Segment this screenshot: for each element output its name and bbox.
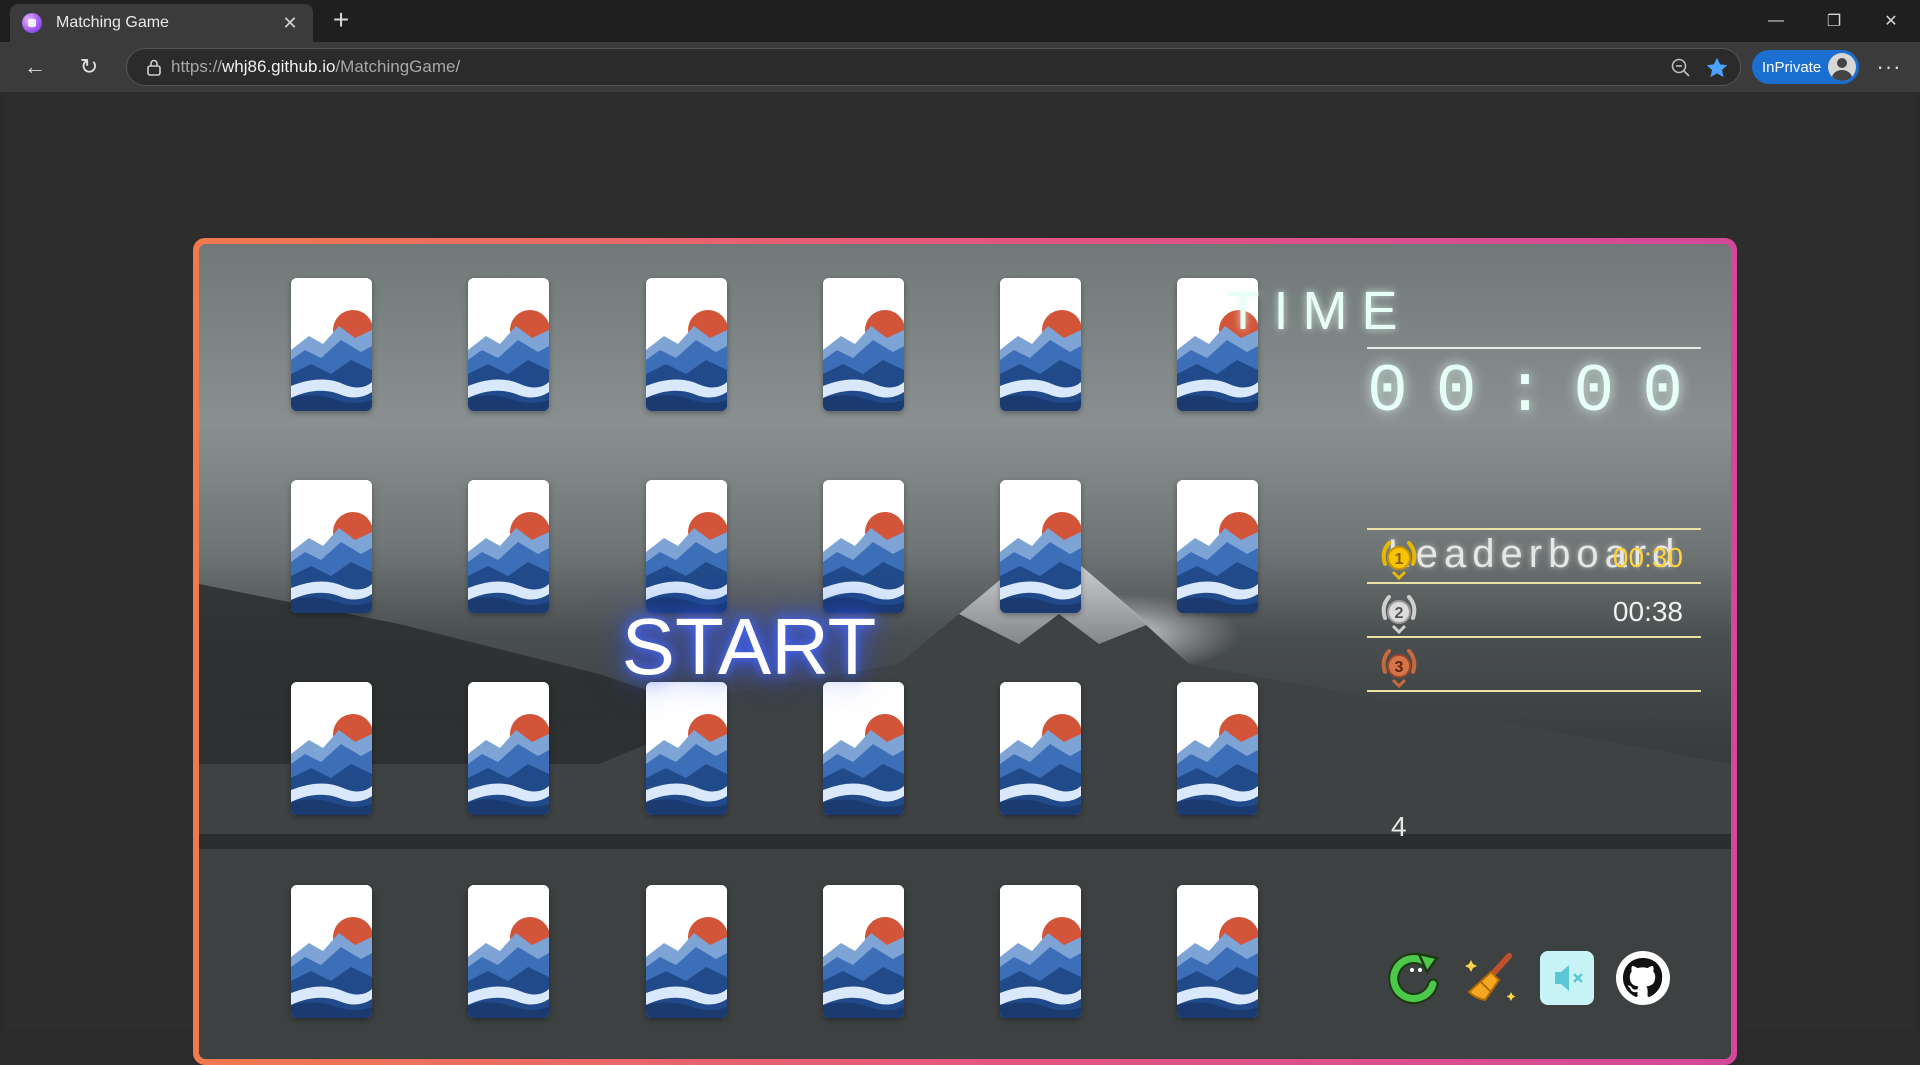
gold-medal-icon: 1	[1381, 541, 1417, 581]
card-back-mountain-icon	[468, 682, 549, 815]
card-back-mountain-icon	[646, 682, 727, 815]
rank-2-number: 2	[1395, 605, 1404, 622]
rank-3-number: 3	[1395, 659, 1404, 676]
zoom-out-icon[interactable]	[1670, 57, 1692, 79]
leaderboard-rank-4: 4	[1391, 811, 1407, 842]
card-back-mountain-icon	[1000, 885, 1081, 1018]
mute-icon[interactable]	[1537, 948, 1597, 1008]
memory-card[interactable]	[823, 682, 904, 815]
window-close-icon[interactable]: ✕	[1862, 0, 1920, 42]
memory-card[interactable]	[1177, 885, 1258, 1018]
leaderboard-row: 1 00:30	[1367, 528, 1701, 588]
memory-card[interactable]	[291, 480, 372, 613]
restart-icon[interactable]	[1385, 948, 1445, 1008]
leaderboard-time-2: 00:38	[1612, 596, 1683, 627]
url-host: whj86.github.io	[222, 57, 336, 76]
url-prefix: https://	[171, 57, 223, 76]
browser-toolbar: ← ↻ https://whj86.github.io/MatchingGame…	[0, 42, 1920, 92]
memory-card[interactable]	[468, 885, 549, 1018]
memory-card[interactable]	[1177, 480, 1258, 613]
card-back-mountain-icon	[646, 278, 727, 411]
card-back-mountain-icon	[1177, 480, 1258, 613]
memory-card[interactable]	[468, 682, 549, 815]
card-back-mountain-icon	[823, 682, 904, 815]
card-back-mountain-icon	[1000, 278, 1081, 411]
memory-card[interactable]	[291, 682, 372, 815]
memory-card[interactable]	[1000, 278, 1081, 411]
card-back-mountain-icon	[291, 278, 372, 411]
browser-tab[interactable]: Matching Game ✕	[10, 4, 313, 42]
card-back-mountain-icon	[291, 885, 372, 1018]
lock-icon	[147, 59, 161, 76]
memory-card[interactable]	[1177, 682, 1258, 815]
card-back-mountain-icon	[646, 885, 727, 1018]
memory-card[interactable]	[646, 278, 727, 411]
memory-card[interactable]	[468, 480, 549, 613]
memory-card[interactable]	[1000, 480, 1081, 613]
timer-display: 00:00	[1366, 354, 1712, 431]
memory-card[interactable]	[291, 885, 372, 1018]
leaderboard-time-1: 00:30	[1612, 542, 1683, 573]
memory-card[interactable]	[1000, 682, 1081, 815]
card-back-mountain-icon	[823, 278, 904, 411]
inprivate-label: InPrivate	[1762, 58, 1822, 76]
card-back-mountain-icon	[823, 480, 904, 613]
page-viewport: START TIME 00:00 Leaderboard 1 00:30 2 0…	[5, 92, 1915, 1065]
leaderboard-divider	[1367, 690, 1701, 692]
refresh-icon[interactable]: ↻	[72, 50, 106, 84]
memory-card[interactable]	[823, 885, 904, 1018]
inprivate-button[interactable]: InPrivate	[1752, 50, 1859, 84]
leaderboard-row: 2 00:38	[1367, 582, 1701, 642]
restore-icon[interactable]: ❐	[1805, 0, 1863, 42]
card-back-mountain-icon	[468, 480, 549, 613]
card-back-mountain-icon	[468, 885, 549, 1018]
memory-card[interactable]	[823, 278, 904, 411]
game-frame: START TIME 00:00 Leaderboard 1 00:30 2 0…	[193, 238, 1737, 1065]
card-back-mountain-icon	[291, 682, 372, 815]
new-tab-button[interactable]: +	[326, 6, 356, 36]
rank-1-number: 1	[1395, 551, 1404, 568]
tab-title: Matching Game	[56, 14, 169, 31]
time-title: TIME	[1226, 281, 1412, 341]
card-back-mountain-icon	[1177, 682, 1258, 815]
time-divider	[1367, 347, 1701, 349]
start-button[interactable]: START	[599, 602, 899, 692]
memory-card[interactable]	[646, 682, 727, 815]
card-back-mountain-icon	[468, 278, 549, 411]
tab-close-icon[interactable]: ✕	[279, 13, 301, 34]
back-icon[interactable]: ←	[18, 50, 52, 84]
card-back-mountain-icon	[1000, 480, 1081, 613]
memory-card[interactable]	[468, 278, 549, 411]
bronze-medal-icon: 3	[1381, 649, 1417, 689]
broom-icon[interactable]	[1461, 948, 1521, 1008]
silver-medal-icon: 2	[1381, 595, 1417, 635]
memory-card[interactable]	[823, 480, 904, 613]
card-back-mountain-icon	[1177, 885, 1258, 1018]
more-menu-icon[interactable]: ···	[1872, 50, 1906, 84]
tab-favicon-icon	[22, 13, 42, 33]
game-board: START TIME 00:00 Leaderboard 1 00:30 2 0…	[199, 244, 1731, 1059]
card-back-mountain-icon	[823, 885, 904, 1018]
memory-card[interactable]	[646, 885, 727, 1018]
url-path: /MatchingGame/	[335, 57, 461, 76]
card-back-mountain-icon	[646, 480, 727, 613]
memory-card[interactable]	[1000, 885, 1081, 1018]
favorite-star-icon[interactable]	[1704, 55, 1730, 81]
profile-avatar-icon	[1828, 53, 1856, 81]
github-icon[interactable]	[1613, 948, 1673, 1008]
memory-card[interactable]	[646, 480, 727, 613]
memory-card[interactable]	[291, 278, 372, 411]
browser-titlebar: Matching Game ✕ + — ❐ ✕	[0, 0, 1920, 42]
card-back-mountain-icon	[1000, 682, 1081, 815]
minimize-icon[interactable]: —	[1747, 0, 1805, 42]
address-bar[interactable]: https://whj86.github.io/MatchingGame/	[126, 48, 1741, 86]
leaderboard-row: 3	[1367, 636, 1701, 696]
card-back-mountain-icon	[291, 480, 372, 613]
